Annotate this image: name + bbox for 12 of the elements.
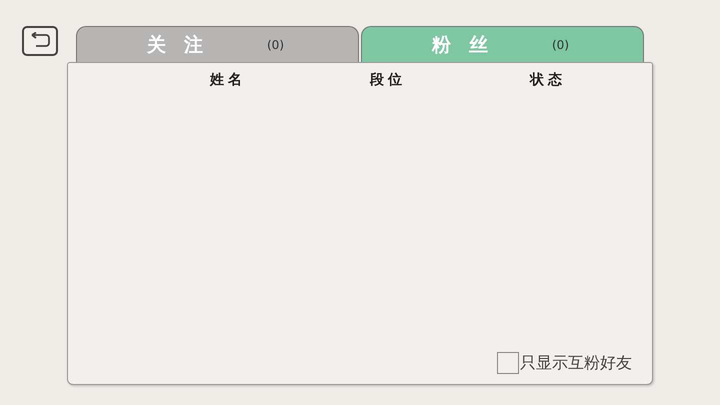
checkbox-label: 只显示互粉好友 [520, 352, 632, 374]
tab-label: 粉丝 [432, 32, 506, 58]
tab[interactable]: 粉丝 (0) [361, 26, 644, 62]
tab-label: 关注 [147, 32, 221, 58]
column-header: 段位 [368, 71, 407, 90]
tab-count: (0) [267, 38, 284, 52]
back-button[interactable] [22, 26, 58, 56]
tab[interactable]: 关注 (0) [76, 26, 359, 62]
tab-count: (0) [552, 38, 569, 52]
column-header: 姓名 [208, 71, 247, 90]
checkbox[interactable] [497, 352, 519, 374]
column-header: 状态 [528, 71, 567, 90]
